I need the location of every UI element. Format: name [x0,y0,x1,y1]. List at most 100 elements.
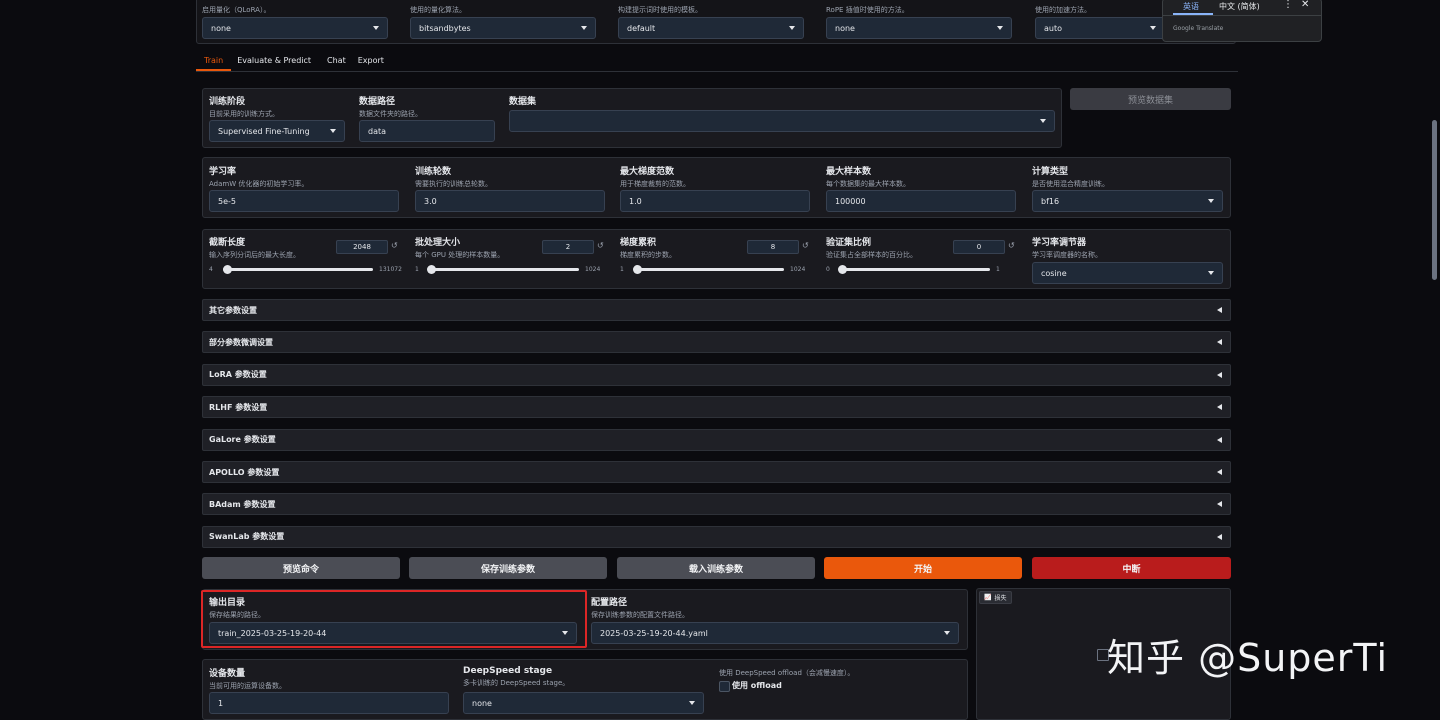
scheduler-value: cosine [1041,268,1067,278]
chevron-down-icon [1150,26,1156,30]
config-path-select[interactable]: 2025-03-25-19-20-44.yaml [591,622,959,644]
offload-desc: 使用 DeepSpeed offload（会减慢速度）。 [719,669,855,677]
reset-icon[interactable]: ↺ [1008,241,1015,250]
slider-number-input[interactable]: 0 [953,240,1005,254]
param-input[interactable]: 100000 [826,190,1016,212]
reset-icon[interactable]: ↺ [802,241,809,250]
param-label: 训练轮数 [415,167,452,177]
accordion-section[interactable]: RLHF 参数设置 [202,396,1231,419]
top-setting-value: default [627,23,656,33]
accordion-title: LoRA 参数设置 [209,370,267,380]
slider-number-input[interactable]: 2 [542,240,594,254]
param-value: bf16 [1041,196,1060,206]
stop-button[interactable]: 中断 [1032,557,1231,579]
reset-icon[interactable]: ↺ [597,241,604,250]
slider-track[interactable] [223,265,373,274]
deepspeed-value: none [472,698,492,708]
accordion-title: GaLore 参数设置 [209,435,276,445]
slider-track[interactable] [427,265,579,274]
chevron-down-icon [689,701,695,705]
param-desc: 每个数据集的最大样本数。 [826,180,910,188]
offload-checkbox[interactable] [719,681,730,692]
param-input[interactable]: 5e-5 [209,190,399,212]
top-setting-select[interactable]: bitsandbytes [410,17,596,39]
more-options-icon[interactable]: ⋮ [1283,0,1293,10]
accordion-title: 其它参数设置 [209,305,257,315]
tab-export[interactable]: Export [356,56,384,71]
translate-popup: 英语 中文 (简体) ⋮ ✕ Google Translate [1162,0,1322,42]
dataset-label: 数据集 [509,97,537,107]
slider-label: 批处理大小 [415,238,461,248]
slider-handle[interactable] [838,265,847,274]
accordion-section[interactable]: LoRA 参数设置 [202,363,1231,386]
output-dir-select[interactable]: train_2025-03-25-19-20-44 [209,622,577,644]
data-path-desc: 数据文件夹的路径。 [359,110,422,118]
slider-number-input[interactable]: 2048 [336,240,388,254]
top-setting-select[interactable]: auto [1035,17,1165,39]
tab-train[interactable]: Train [196,56,232,71]
slider-label: 截断长度 [209,238,246,248]
stage-value: Supervised Fine-Tuning [218,126,310,136]
scheduler-label: 学习率调节器 [1032,238,1087,248]
slider-number-input[interactable]: 8 [747,240,799,254]
param-input[interactable]: 3.0 [415,190,605,212]
slider-handle[interactable] [633,265,643,274]
accordion-section[interactable]: SwanLab 参数设置 [202,525,1231,548]
start-button[interactable]: 开始 [824,557,1022,579]
device-count-desc: 当前可用的运算设备数。 [209,682,286,690]
slider-number-value: 2 [565,243,571,251]
tab-chat[interactable]: Chat [321,56,346,71]
collapse-triangle-icon [1217,436,1222,443]
compute-type-select[interactable]: bf16 [1032,190,1223,212]
top-setting-select[interactable]: default [618,17,804,39]
chevron-down-icon [562,631,568,635]
slider-track[interactable] [838,265,990,274]
param-value: 3.0 [424,196,437,206]
accordion-section[interactable]: APOLLO 参数设置 [202,461,1231,483]
data-path-label: 数据路径 [359,97,396,107]
preview-command-button[interactable]: 预览命令 [202,557,400,579]
slider-max: 1024 [585,266,601,273]
param-label: 最大样本数 [826,167,872,177]
load-params-button[interactable]: 载入训练参数 [617,557,815,579]
stage-select[interactable]: Supervised Fine-Tuning [209,120,345,142]
accordion-section[interactable]: GaLore 参数设置 [202,428,1231,451]
slider-min: 0 [826,266,830,273]
translate-tab-english[interactable]: 英语 [1183,1,1199,12]
data-path-value: data [368,126,387,136]
data-path-input[interactable]: data [359,120,495,142]
translate-tab-chinese[interactable]: 中文 (简体) [1219,1,1260,12]
accordion-section[interactable]: 部分参数微调设置 [202,331,1231,354]
chevron-down-icon [373,26,379,30]
preview-dataset-button[interactable]: 预览数据集 [1070,88,1231,110]
reset-icon[interactable]: ↺ [391,241,398,250]
save-params-button[interactable]: 保存训练参数 [409,557,607,579]
top-setting-label: 构建提示词时使用的模板。 [618,6,702,14]
top-setting-select[interactable]: none [202,17,388,39]
chevron-down-icon [330,129,336,133]
tab-evaluate-predict[interactable]: Evaluate & Predict [231,56,311,71]
accordion-section[interactable]: 其它参数设置 [202,299,1231,321]
device-count-input[interactable]: 1 [209,692,449,714]
deepspeed-select[interactable]: none [463,692,704,714]
chevron-down-icon [1208,199,1214,203]
slider-min: 1 [620,266,624,273]
param-desc: AdamW 优化器的初始学习率。 [209,180,309,188]
data-panel: 训练阶段 目前采用的训练方式。 Supervised Fine-Tuning 数… [202,88,1062,148]
top-setting-select[interactable]: none [826,17,1012,39]
slider-track[interactable] [633,265,784,274]
chevron-down-icon [944,631,950,635]
page-scrollbar[interactable] [1432,120,1437,280]
device-count-label: 设备数量 [209,669,246,679]
output-dir-desc: 保存结果的路径。 [209,611,265,619]
top-setting-label: 启用量化（QLoRA）。 [202,6,271,14]
param-value: 100000 [835,196,866,206]
dataset-select[interactable] [509,110,1055,132]
slider-desc: 输入序列分词后的最大长度。 [209,251,300,259]
loss-label: 损失 [994,595,1007,602]
slider-label: 梯度累积 [620,238,657,248]
close-icon[interactable]: ✕ [1301,0,1309,10]
param-input[interactable]: 1.0 [620,190,810,212]
scheduler-select[interactable]: cosine [1032,262,1223,284]
accordion-section[interactable]: BAdam 参数设置 [202,493,1231,516]
